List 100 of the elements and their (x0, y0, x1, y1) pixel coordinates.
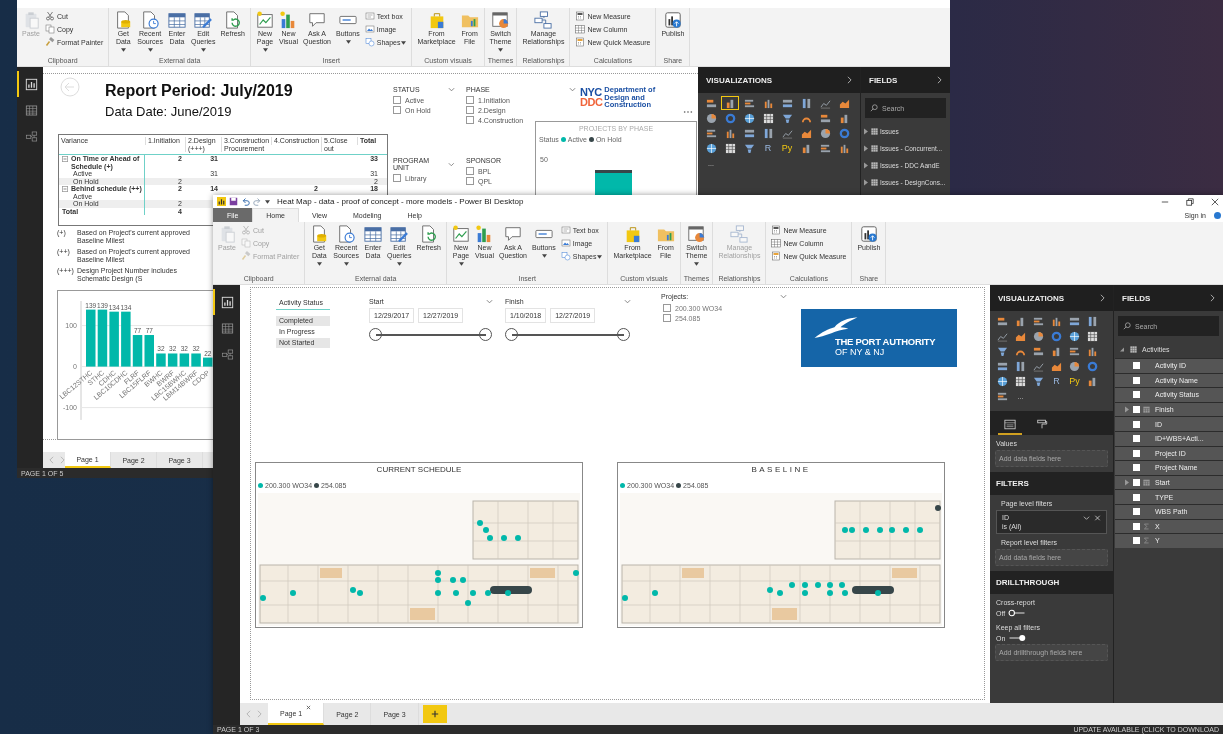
checkbox[interactable] (1133, 420, 1140, 428)
checkbox[interactable] (1133, 449, 1140, 457)
chevron-right-icon[interactable] (1210, 294, 1215, 302)
plus-icon (430, 710, 439, 718)
table-icon (575, 24, 586, 34)
bar (203, 357, 213, 367)
chart-type-icon (1087, 345, 1098, 357)
chevron-down-icon[interactable] (448, 87, 455, 92)
chart-type-icon (1051, 330, 1062, 342)
chevron-right-icon[interactable] (1100, 294, 1105, 302)
bar-chart-icon (221, 295, 234, 309)
visual-type-button[interactable]: R (759, 141, 777, 155)
checkbox[interactable] (663, 314, 671, 322)
checkbox[interactable] (1133, 376, 1140, 384)
chart-type-icon (1087, 315, 1098, 327)
chevron-down-icon[interactable] (1083, 514, 1090, 521)
checkbox[interactable] (1133, 406, 1140, 414)
bar (179, 353, 190, 367)
checkbox[interactable] (1133, 522, 1140, 530)
checkbox[interactable] (393, 96, 401, 104)
chart-type-icon (724, 142, 736, 154)
undo-icon[interactable] (241, 197, 250, 206)
checkbox[interactable] (1133, 464, 1140, 472)
checkbox[interactable] (1133, 508, 1140, 516)
chart-type-icon (743, 142, 755, 154)
chart-page-icon (452, 225, 470, 243)
visual-type-button[interactable] (721, 96, 739, 110)
close-icon[interactable] (306, 705, 312, 710)
checkbox[interactable] (663, 304, 671, 312)
checkbox[interactable] (1133, 479, 1140, 487)
checkbox[interactable] (466, 96, 474, 104)
chart-type-icon (762, 112, 774, 124)
copy-icon (241, 238, 251, 248)
checkbox[interactable] (466, 116, 474, 124)
text-box-icon (560, 225, 571, 235)
chevron-right-icon[interactable] (847, 76, 852, 84)
chart-type-icon (819, 112, 831, 124)
checkbox[interactable] (1133, 537, 1140, 545)
model-diagram-icon (221, 347, 234, 361)
chart-type-icon (781, 127, 793, 139)
theme-icon (687, 225, 706, 243)
restore-icon[interactable] (1186, 197, 1194, 206)
toggle-switch[interactable] (1008, 634, 1027, 642)
report-subtitle: Data Date: June/2019 (105, 104, 232, 119)
chevron-down-icon[interactable] (486, 299, 493, 304)
chevron-right-icon[interactable] (937, 76, 942, 84)
caret-icon (345, 40, 351, 44)
chart-type-icon (1051, 360, 1062, 372)
chart-type-icon (1033, 375, 1044, 387)
caret-icon[interactable] (265, 199, 270, 204)
search-icon (870, 104, 878, 112)
toggle-switch[interactable] (1008, 609, 1027, 617)
checkbox[interactable] (466, 106, 474, 114)
chevron-down-icon[interactable] (448, 161, 455, 167)
checkbox[interactable] (393, 106, 401, 114)
checkbox[interactable] (393, 174, 401, 182)
chevron-down-icon[interactable] (780, 294, 787, 299)
caret-icon (541, 254, 547, 258)
chart-type-icon (997, 375, 1008, 387)
checkbox[interactable] (1133, 493, 1140, 501)
speech-bubble-icon (503, 225, 522, 243)
collapsed-triangle-icon (863, 145, 869, 152)
shapes-icon (560, 251, 571, 261)
chart-type-icon (1069, 315, 1080, 327)
document-database-icon (114, 11, 133, 29)
chevron-down-icon[interactable] (569, 87, 576, 92)
visual-type-button[interactable]: R (1048, 374, 1065, 388)
fields-list-icon (1004, 418, 1016, 430)
caret-icon (317, 262, 323, 266)
checkbox[interactable] (1133, 391, 1140, 399)
checkbox[interactable] (1133, 362, 1140, 370)
table-icon (771, 238, 782, 248)
caret-icon (121, 48, 127, 52)
more-options-icon[interactable] (683, 110, 693, 114)
chart-type-icon (743, 97, 755, 109)
save-icon[interactable] (229, 197, 238, 206)
close-icon[interactable] (1211, 197, 1219, 206)
visual-type-button[interactable]: Py (1066, 374, 1083, 388)
logo-text: NYC (580, 87, 602, 98)
visual-type-button[interactable]: Py (778, 141, 796, 155)
collapse-icon[interactable] (62, 156, 68, 162)
bar-chart-icon (24, 77, 38, 91)
chart-type-icon (1051, 315, 1062, 327)
speech-bubble-icon (307, 11, 326, 29)
checkbox[interactable] (466, 167, 474, 175)
calendar-icon (1143, 479, 1150, 487)
checkbox[interactable] (1133, 435, 1140, 443)
bar (109, 311, 119, 367)
relationships-icon (534, 11, 553, 29)
collapse-icon[interactable] (62, 186, 68, 192)
chart-page-icon (256, 11, 274, 29)
chart-type-icon (800, 142, 812, 154)
checkbox[interactable] (466, 177, 474, 185)
paint-roller-icon (1036, 418, 1048, 430)
chart-type-icon (838, 97, 850, 109)
chevron-down-icon[interactable] (624, 299, 631, 304)
help-icon[interactable] (1214, 211, 1221, 219)
collapsed-triangle-icon (863, 179, 869, 186)
add-page-button[interactable] (422, 705, 447, 723)
chart-type-icon (819, 127, 831, 139)
